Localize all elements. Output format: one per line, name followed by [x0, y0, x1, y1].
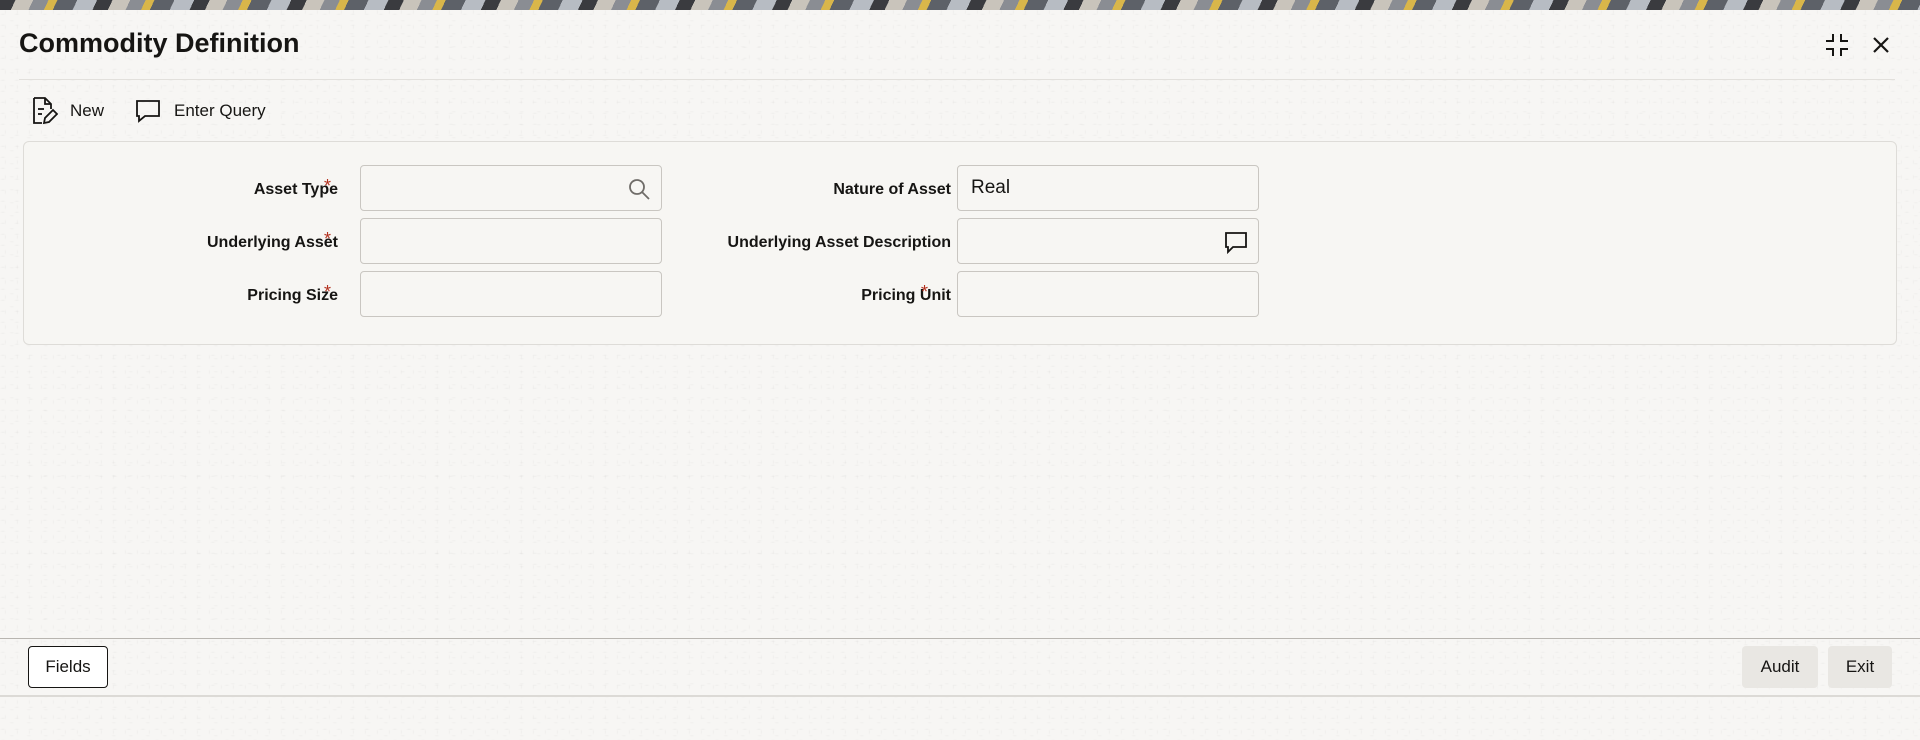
asset-type-search-button[interactable] [625, 175, 653, 203]
page-title: Commodity Definition [19, 28, 300, 58]
form-panel: Asset Type * Underlying Asset * Pricing … [23, 141, 1897, 345]
underlying-asset-field[interactable] [360, 218, 662, 264]
new-document-icon [33, 97, 58, 125]
audit-button[interactable]: Audit [1742, 646, 1818, 688]
pricing-size-field[interactable] [360, 271, 662, 317]
pricing-size-required-marker: * [324, 282, 332, 302]
search-icon [629, 179, 650, 200]
bottom-divider [0, 695, 1920, 697]
collapse-icon [1826, 34, 1848, 56]
new-button[interactable]: New [30, 95, 104, 127]
underlying-asset-label: Underlying Asset [207, 234, 338, 251]
nature-of-asset-label: Nature of Asset [833, 181, 951, 198]
asset-type-required-marker: * [324, 176, 332, 196]
asset-type-field[interactable] [360, 165, 662, 211]
chat-bubble-icon [136, 100, 160, 123]
nature-of-asset-field[interactable]: Real [957, 165, 1259, 211]
pricing-unit-field[interactable] [957, 271, 1259, 317]
footer-divider [0, 638, 1920, 639]
fields-button[interactable]: Fields [28, 646, 108, 688]
restore-window-button[interactable] [1822, 30, 1852, 60]
new-label: New [70, 101, 105, 120]
title-divider [19, 79, 1895, 80]
description-edit-button[interactable] [1222, 228, 1250, 256]
exit-button[interactable]: Exit [1828, 646, 1892, 688]
header-banner [0, 0, 1920, 10]
pricing-unit-required-marker: * [921, 282, 929, 302]
underlying-asset-required-marker: * [324, 229, 332, 249]
close-icon [1873, 37, 1889, 53]
enter-query-label: Enter Query [174, 101, 266, 120]
enter-query-button[interactable]: Enter Query [134, 95, 266, 127]
underlying-asset-description-label: Underlying Asset Description [727, 234, 951, 251]
close-window-button[interactable] [1866, 30, 1896, 60]
comment-icon [1225, 232, 1247, 255]
underlying-asset-description-field[interactable] [957, 218, 1259, 264]
pricing-unit-label: Pricing Unit [861, 287, 951, 304]
nature-of-asset-value: Real [971, 177, 1011, 198]
